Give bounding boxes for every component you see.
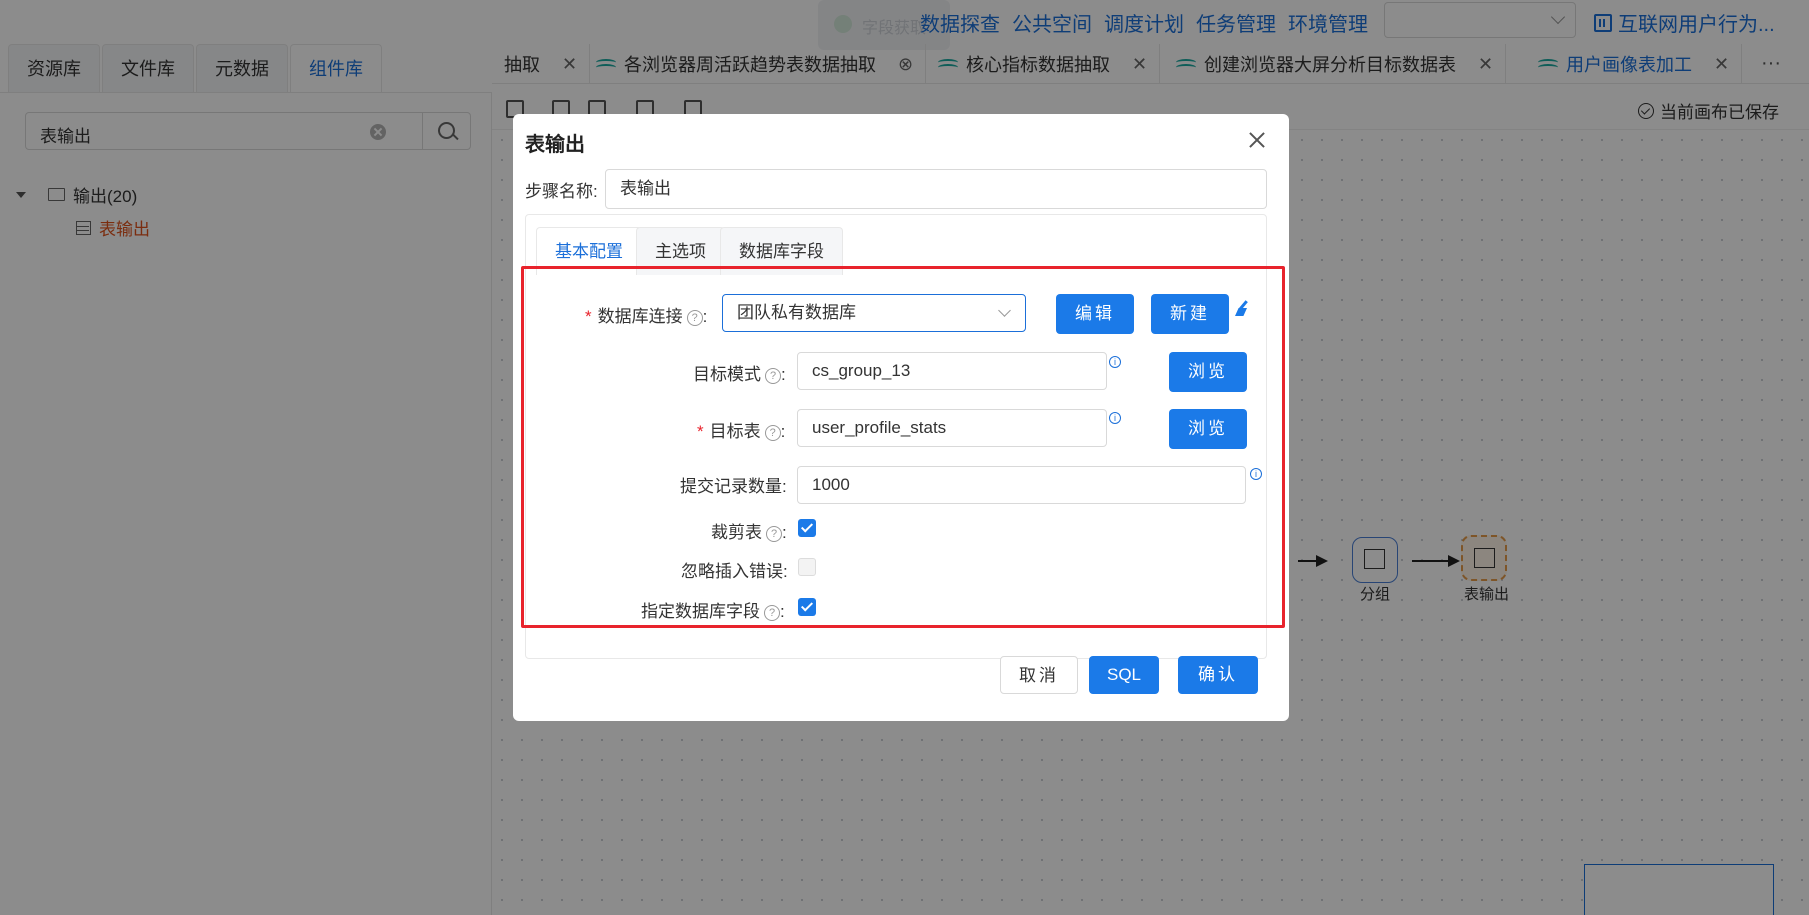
info-icon[interactable]: i	[1250, 468, 1262, 480]
commit-size-text: 提交记录数量	[680, 477, 782, 496]
step-name-input[interactable]: 表输出	[605, 169, 1267, 209]
commit-size-label: 提交记录数量:	[680, 477, 787, 496]
step-name-label: 步骤名称:	[525, 182, 598, 201]
help-icon[interactable]: ?	[764, 605, 780, 621]
edit-button[interactable]: 编辑	[1056, 294, 1134, 334]
specify-fields-checkbox[interactable]	[798, 598, 816, 616]
db-connection-label: * 数据库连接?:	[585, 307, 708, 326]
table-output-dialog: 表输出 步骤名称: 表输出 基本配置 主选项 数据库字段 * 数据库连接?: 团队…	[513, 114, 1289, 721]
ignore-errors-text: 忽略插入错误	[681, 562, 783, 581]
truncate-label: 裁剪表?:	[711, 523, 787, 542]
ignore-errors-checkbox[interactable]	[798, 558, 816, 576]
db-connection-text: 数据库连接	[597, 307, 683, 326]
help-icon[interactable]: ?	[764, 425, 781, 441]
cancel-button[interactable]: 取消	[1000, 656, 1078, 694]
browse-schema-button[interactable]: 浏览	[1169, 352, 1247, 392]
truncate-text: 裁剪表	[711, 523, 762, 542]
dialog-title: 表输出	[525, 134, 585, 156]
sql-button[interactable]: SQL	[1089, 656, 1159, 694]
clean-icon[interactable]	[1234, 300, 1252, 318]
commit-size-input[interactable]: 1000	[797, 466, 1246, 504]
target-table-text: 目标表	[709, 422, 761, 441]
schema-text: 目标模式	[693, 365, 761, 384]
target-table-label: * 目标表?:	[697, 422, 786, 441]
ignore-errors-label: 忽略插入错误:	[681, 562, 788, 581]
info-icon[interactable]: i	[1109, 356, 1121, 368]
help-icon[interactable]: ?	[765, 368, 781, 384]
specify-fields-label: 指定数据库字段?:	[641, 602, 785, 621]
db-connection-select[interactable]: 团队私有数据库	[722, 294, 1026, 332]
truncate-checkbox[interactable]	[798, 519, 816, 537]
required-mark: *	[585, 307, 592, 326]
schema-label: 目标模式?:	[693, 365, 786, 384]
db-connection-value: 团队私有数据库	[737, 303, 856, 322]
browse-table-button[interactable]: 浏览	[1169, 409, 1247, 449]
new-button[interactable]: 新建	[1151, 294, 1229, 334]
help-icon[interactable]: ?	[686, 310, 703, 326]
close-icon[interactable]	[1245, 128, 1269, 152]
info-icon[interactable]: i	[1109, 412, 1121, 424]
specify-fields-text: 指定数据库字段	[641, 602, 760, 621]
schema-input[interactable]: cs_group_13	[797, 352, 1107, 390]
help-icon[interactable]: ?	[766, 526, 782, 542]
chevron-down-icon	[998, 304, 1011, 317]
target-table-input[interactable]: user_profile_stats	[797, 409, 1107, 447]
confirm-button[interactable]: 确认	[1178, 656, 1258, 694]
required-mark: *	[697, 422, 704, 441]
